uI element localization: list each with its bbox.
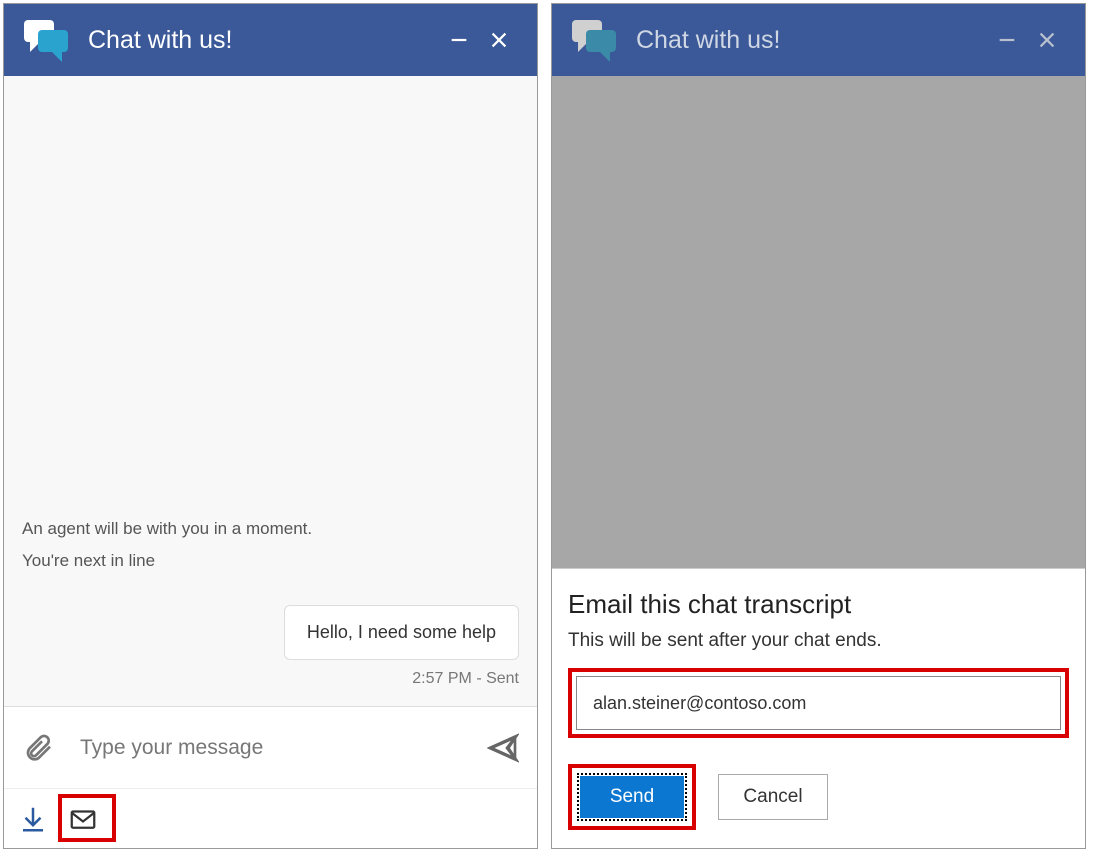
status-line-2: You're next in line xyxy=(22,551,519,571)
user-message-bubble: Hello, I need some help xyxy=(284,605,519,660)
annotation-highlight-email xyxy=(568,668,1069,738)
download-icon[interactable] xyxy=(18,804,48,834)
panel-subtitle: This will be sent after your chat ends. xyxy=(568,630,1069,652)
input-area xyxy=(4,706,537,788)
message-meta: 2:57 PM - Sent xyxy=(22,670,519,688)
chat-window-right: Chat with us! An agent will be with you … xyxy=(551,3,1086,849)
status-line-1: An agent will be with you in a moment. xyxy=(22,519,519,539)
annotation-highlight-send: Send xyxy=(568,764,696,830)
footer-bar xyxy=(4,788,537,848)
titlebar: Chat with us! xyxy=(4,4,537,76)
chat-window-left: Chat with us! An agent will be with you … xyxy=(3,3,538,849)
cancel-button[interactable]: Cancel xyxy=(718,774,828,820)
send-button[interactable]: Send xyxy=(580,776,684,818)
panel-title: Email this chat transcript xyxy=(568,589,1069,620)
titlebar: Chat with us! xyxy=(552,4,1085,76)
window-title: Chat with us! xyxy=(88,26,439,55)
minimize-button[interactable] xyxy=(439,20,479,60)
close-button[interactable] xyxy=(479,20,519,60)
chat-logo-icon xyxy=(22,16,70,64)
attachment-icon[interactable] xyxy=(22,732,54,764)
email-field[interactable] xyxy=(576,676,1061,730)
chat-logo-icon xyxy=(570,16,618,64)
button-row: Send Cancel xyxy=(568,764,1069,830)
email-transcript-icon[interactable] xyxy=(68,804,98,834)
send-icon[interactable] xyxy=(487,732,519,764)
close-button[interactable] xyxy=(1027,20,1067,60)
minimize-button[interactable] xyxy=(987,20,1027,60)
message-row: Hello, I need some help xyxy=(22,605,519,660)
window-title: Chat with us! xyxy=(636,26,987,55)
email-transcript-panel: Email this chat transcript This will be … xyxy=(552,568,1085,848)
message-input[interactable] xyxy=(78,735,487,761)
chat-body: An agent will be with you in a moment. Y… xyxy=(4,76,537,706)
